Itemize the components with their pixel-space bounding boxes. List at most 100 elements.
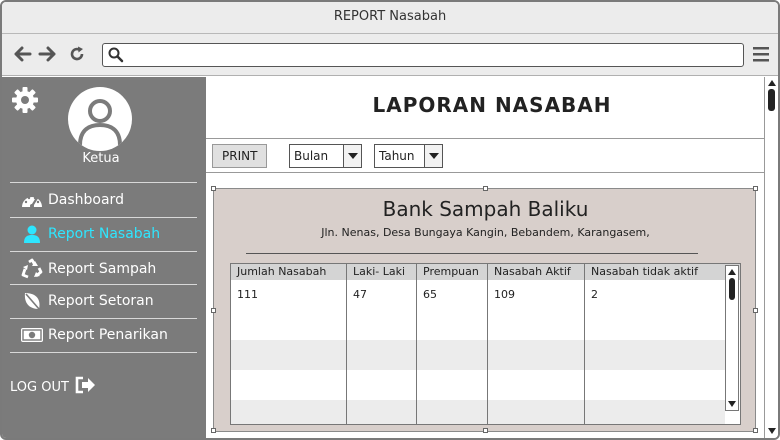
search-icon	[107, 46, 125, 68]
resize-handle[interactable]	[211, 186, 216, 191]
resize-handle[interactable]	[753, 428, 758, 433]
sidebar-item-dashboard[interactable]: Dashboard	[10, 185, 197, 215]
resize-handle[interactable]	[483, 186, 488, 191]
sidebar-item-report-nasabah[interactable]: Report Nasabah	[10, 219, 197, 249]
table-row[interactable]	[231, 400, 725, 424]
resize-handle[interactable]	[211, 428, 216, 433]
user-icon	[18, 223, 46, 245]
report-panel: Bank Sampah Baliku Jln. Nenas, Desa Bung…	[211, 186, 758, 433]
resize-handle[interactable]	[211, 308, 216, 313]
arrow-left-icon[interactable]	[12, 43, 34, 65]
table-cell	[585, 400, 725, 424]
sidebar-item-label: Report Setoran	[48, 293, 154, 309]
table-cell: 2	[591, 288, 598, 301]
table-row[interactable]	[231, 310, 725, 340]
user-role-label: Ketua	[82, 151, 120, 166]
chevron-down-icon[interactable]	[768, 428, 776, 434]
logout-icon	[73, 375, 97, 399]
sidebar-item-label: Report Nasabah	[48, 226, 161, 242]
scrollbar-thumb[interactable]	[768, 89, 775, 111]
sidebar-divider	[10, 251, 197, 252]
table-cell	[417, 370, 488, 400]
sidebar-item-report-sampah[interactable]: Report Sampah	[10, 254, 197, 284]
table-cell	[417, 310, 488, 340]
money-icon	[18, 324, 46, 346]
column-header: Jumlah Nasabah	[231, 264, 347, 280]
avatar	[68, 87, 132, 151]
toolbar-divider	[206, 172, 764, 173]
sidebar-item-label: Report Sampah	[48, 261, 157, 277]
table-cell	[347, 340, 417, 370]
table-cell	[231, 340, 347, 370]
page-scrollbar[interactable]	[764, 77, 778, 438]
title-divider	[206, 138, 764, 139]
browser-navbar	[2, 34, 778, 76]
gear-icon[interactable]	[10, 85, 40, 119]
month-select[interactable]: Bulan	[289, 144, 362, 168]
bank-address: Jln. Nenas, Desa Bungaya Kangin, Bebande…	[321, 226, 650, 239]
table-cell: 109	[488, 280, 585, 310]
table-row[interactable]	[231, 340, 725, 370]
table-cell	[417, 400, 488, 424]
sidebar-item-label: Report Penarikan	[48, 327, 168, 343]
table-row[interactable]	[231, 370, 725, 400]
scrollbar-thumb[interactable]	[729, 278, 735, 300]
sidebar-divider	[10, 318, 197, 319]
chevron-down-icon[interactable]	[728, 401, 736, 407]
table-cell	[417, 340, 488, 370]
table-cell	[488, 370, 585, 400]
table-cell: 111	[231, 280, 347, 310]
reload-icon[interactable]	[66, 43, 88, 65]
sidebar-item-report-setoran[interactable]: Report Setoran	[10, 286, 197, 316]
sidebar-divider	[10, 352, 197, 353]
year-select[interactable]: Tahun	[374, 144, 443, 168]
table-cell: 47	[347, 280, 417, 310]
table-cell	[488, 310, 585, 340]
column-header: Nasabah Aktif	[488, 264, 585, 280]
resize-handle[interactable]	[753, 308, 758, 313]
report-table: Jumlah Nasabah Laki- Laki Prempuan Nasab…	[230, 263, 741, 425]
table-cell	[231, 370, 347, 400]
year-select-value: Tahun	[379, 149, 415, 163]
chevron-up-icon[interactable]	[728, 269, 736, 275]
main-content: LAPORAN NASABAH PRINT Bulan Tahun Bank S…	[206, 77, 764, 438]
leaf-icon	[18, 290, 46, 312]
sidebar-item-report-penarikan[interactable]: Report Penarikan	[10, 320, 197, 350]
header-underline	[246, 253, 698, 254]
hamburger-menu-icon[interactable]	[752, 45, 770, 63]
resize-handle[interactable]	[753, 186, 758, 191]
sidebar-divider	[10, 182, 197, 183]
arrow-right-icon[interactable]	[36, 43, 58, 65]
table-cell	[585, 370, 725, 400]
window-title: REPORT Nasabah	[2, 2, 778, 34]
logout-button[interactable]: LOG OUT	[10, 375, 97, 399]
user-avatar-icon	[78, 99, 122, 146]
table-cell	[585, 340, 725, 370]
table-header: Jumlah Nasabah Laki- Laki Prempuan Nasab…	[231, 264, 740, 280]
sidebar-item-label: Dashboard	[48, 192, 124, 208]
table-cell	[347, 310, 417, 340]
table-cell	[488, 400, 585, 424]
table-cell	[585, 310, 725, 340]
recycle-icon	[18, 258, 46, 280]
chevron-up-icon[interactable]	[768, 80, 776, 86]
resize-handle[interactable]	[483, 428, 488, 433]
table-scrollbar[interactable]	[725, 265, 739, 411]
address-bar[interactable]	[102, 43, 744, 67]
sidebar-divider	[10, 217, 197, 218]
table-cell	[231, 400, 347, 424]
sidebar-divider	[10, 284, 197, 285]
sidebar: Ketua Dashboard Report Nasabah Report Sa…	[2, 77, 206, 438]
table-cell	[488, 340, 585, 370]
table-cell	[231, 310, 347, 340]
table-cell	[347, 400, 417, 424]
table-cell	[347, 370, 417, 400]
column-header: Laki- Laki	[347, 264, 417, 280]
table-row[interactable]: 111 47 65 109 2	[231, 280, 725, 310]
browser-window: REPORT Nasabah Ketua Dashboard Report Na…	[0, 0, 780, 440]
logout-label: LOG OUT	[10, 379, 69, 395]
column-header: Nasabah tidak aktif	[591, 265, 698, 278]
print-button[interactable]: PRINT	[212, 144, 268, 168]
chevron-down-icon	[424, 145, 442, 167]
dashboard-gauge-icon	[18, 189, 46, 211]
